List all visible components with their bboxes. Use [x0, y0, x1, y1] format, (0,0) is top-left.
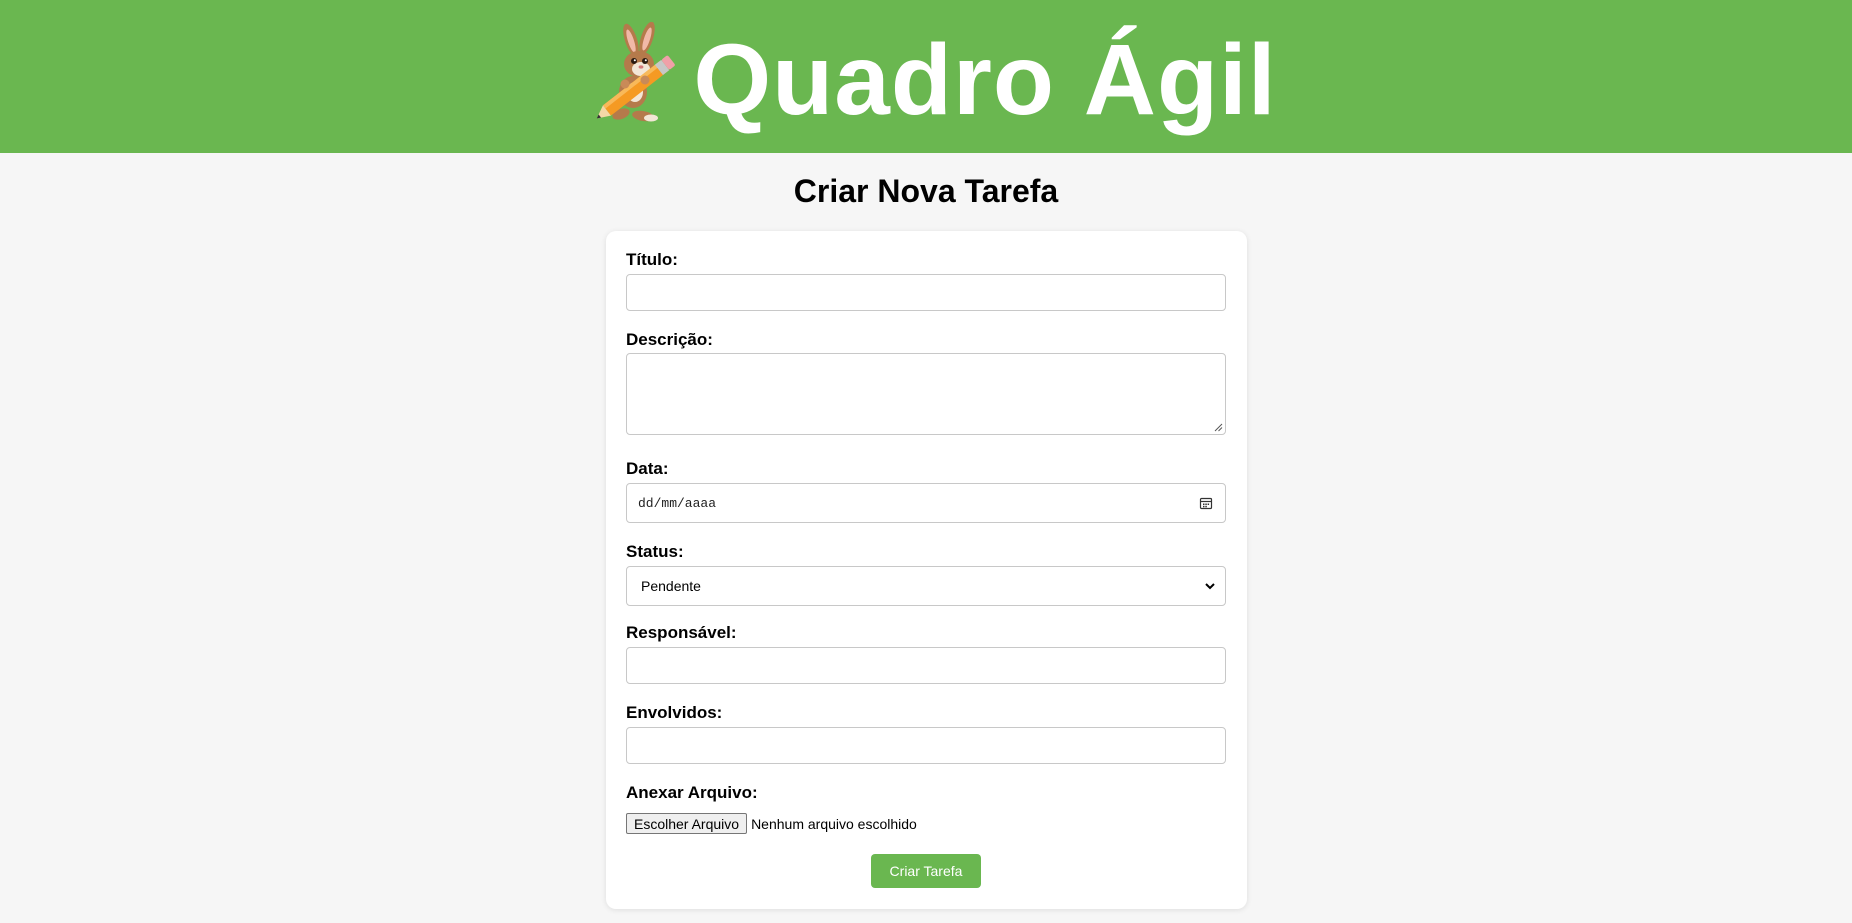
titulo-label: Título: [626, 250, 678, 269]
task-form: Título: Descrição: Data: dd/mm/aaaa Stat… [606, 231, 1247, 909]
choose-file-button[interactable]: Escolher Arquivo [626, 813, 748, 834]
status-selected-value: Pendente [641, 578, 701, 594]
app-title: Quadro Ágil [693, 23, 1277, 136]
data-label: Data: [626, 459, 669, 478]
envolvidos-label: Envolvidos: [626, 703, 723, 722]
data-placeholder: dd/mm/aaaa [638, 495, 717, 511]
envolvidos-input[interactable] [626, 727, 1226, 764]
anexo-label: Anexar Arquivo: [626, 783, 758, 802]
descricao-textarea[interactable] [626, 353, 1226, 435]
brand: Quadro Ágil [585, 21, 1277, 136]
calendar-icon[interactable] [1199, 496, 1213, 510]
responsavel-label: Responsável: [626, 623, 737, 642]
page-title: Criar Nova Tarefa [793, 173, 1059, 209]
app-header: Quadro Ágil [0, 0, 1852, 153]
responsavel-input[interactable] [626, 647, 1226, 684]
create-task-button[interactable]: Criar Tarefa [871, 854, 981, 888]
data-input[interactable]: dd/mm/aaaa [626, 483, 1226, 523]
titulo-input[interactable] [626, 274, 1226, 311]
rabbit-pencil-logo [597, 21, 676, 121]
chevron-down-icon [1205, 583, 1215, 590]
resize-grip-icon[interactable] [1213, 422, 1223, 432]
descricao-label: Descrição: [626, 330, 713, 349]
status-select[interactable]: Pendente [626, 566, 1226, 606]
file-picker: Escolher Arquivo Nenhum arquivo escolhid… [626, 813, 917, 834]
file-status-text: Nenhum arquivo escolhido [751, 815, 917, 832]
status-label: Status: [626, 542, 684, 561]
